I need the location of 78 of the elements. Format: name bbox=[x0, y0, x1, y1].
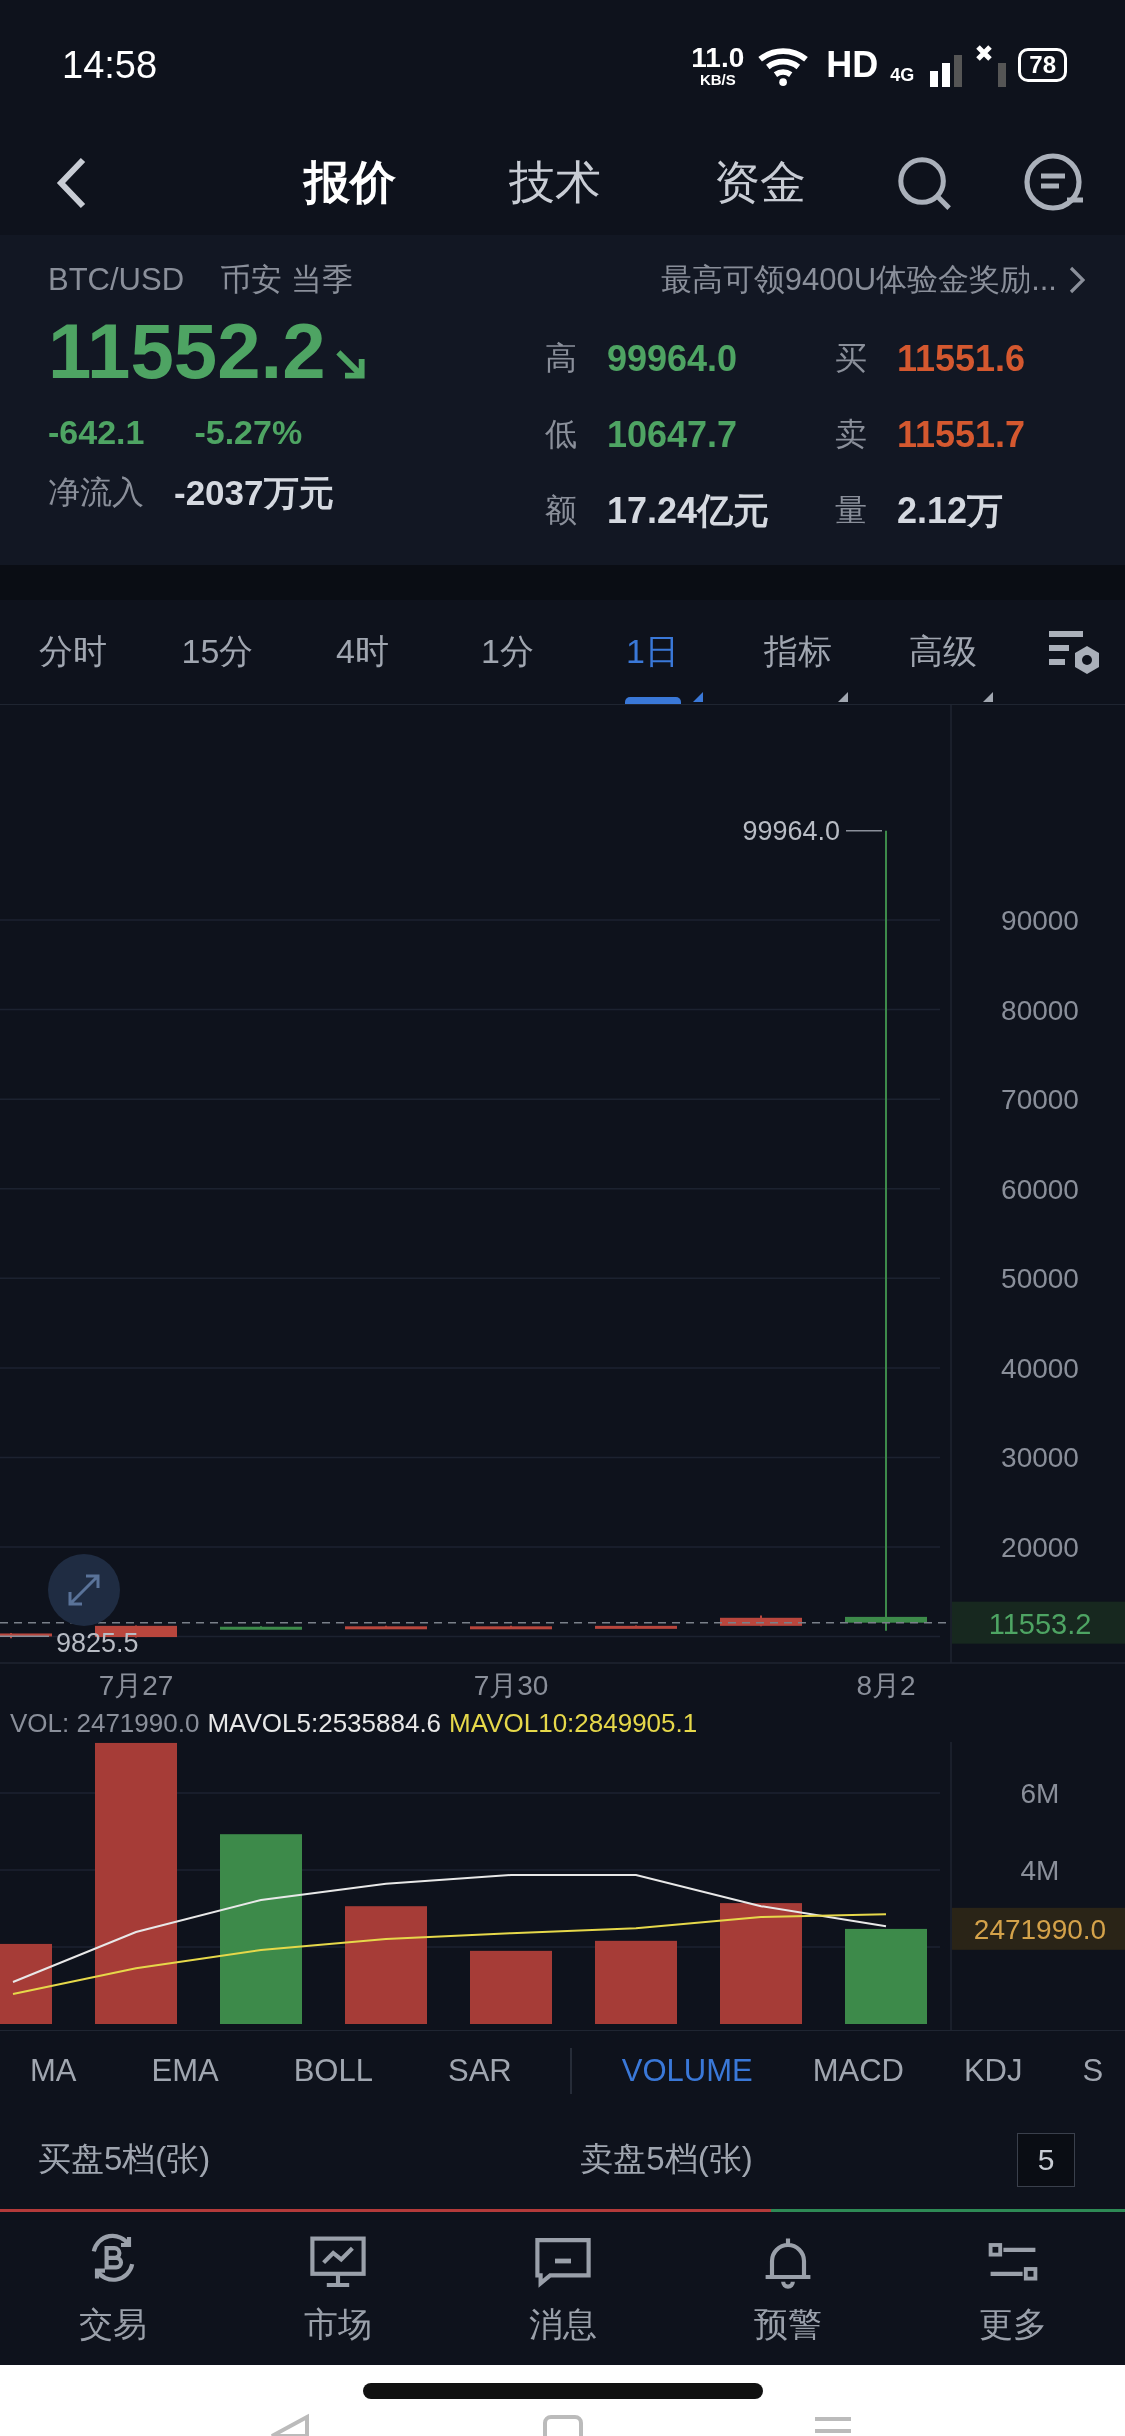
percent-change: -5.27% bbox=[194, 412, 303, 452]
speed-unit: KB/S bbox=[699, 71, 736, 87]
stat-label: 量 bbox=[835, 491, 868, 530]
low-price-label: 9825.5 bbox=[56, 1628, 139, 1659]
bid-depth-label: 买盘5档(张) bbox=[38, 2139, 211, 2179]
expand-button[interactable] bbox=[48, 1554, 120, 1626]
axis-label: 6M bbox=[1020, 1778, 1060, 1809]
period-tab[interactable]: 1分 bbox=[481, 629, 534, 675]
depth-selector[interactable]: 5 bbox=[1017, 2132, 1075, 2187]
indicator-tab[interactable]: BOLL bbox=[293, 2052, 373, 2089]
nav-label[interactable]: 交易 bbox=[78, 2301, 147, 2348]
nav-label[interactable]: 消息 bbox=[528, 2301, 597, 2348]
nav-tab[interactable]: 资金 bbox=[714, 151, 806, 214]
stat-value: 10647.7 bbox=[607, 414, 739, 456]
axis-label: 40000 bbox=[1001, 1352, 1079, 1384]
volume-value-tag: 2471990.0 bbox=[952, 1907, 1125, 1950]
indicator-tab[interactable]: MACD bbox=[812, 2052, 904, 2089]
nav-label[interactable]: 市场 bbox=[303, 2301, 372, 2348]
axis-label: 20000 bbox=[1001, 1532, 1079, 1564]
period-tab[interactable]: 分时 bbox=[38, 629, 107, 675]
stat-value: 17.24亿元 bbox=[607, 488, 771, 533]
axis-label: 4M bbox=[1020, 1855, 1060, 1886]
exchange-label: 币安 当季 bbox=[220, 261, 353, 299]
ask-depth-label: 卖盘5档(张) bbox=[580, 2139, 753, 2179]
stat-label: 额 bbox=[545, 491, 578, 530]
stat-label: 净流入 bbox=[48, 473, 144, 512]
nav-label[interactable]: 预警 bbox=[753, 2301, 822, 2348]
axis-label: 60000 bbox=[1001, 1173, 1079, 1205]
nav-tab[interactable]: 技术 bbox=[509, 151, 601, 214]
axis-label: 30000 bbox=[1001, 1442, 1079, 1474]
indicator-tab[interactable]: SAR bbox=[447, 2052, 512, 2089]
stat-value: -2037万元 bbox=[174, 471, 334, 514]
axis-label: 7月27 bbox=[98, 1670, 174, 1701]
period-tab[interactable]: 15分 bbox=[181, 629, 254, 675]
stat-label: 低 bbox=[545, 415, 578, 454]
period-tab[interactable]: 1日 bbox=[626, 629, 679, 675]
legend-item: VOL: 2471990.0 bbox=[10, 1708, 200, 1739]
indicator-tab[interactable]: MA bbox=[30, 2052, 77, 2089]
stat-value: 11551.6 bbox=[897, 338, 1027, 380]
battery-level: 78 bbox=[1018, 48, 1067, 82]
price-change: -642.1 bbox=[48, 412, 145, 452]
stat-value: 11551.7 bbox=[897, 414, 1027, 456]
last-price-tag: 11553.2 bbox=[952, 1601, 1125, 1644]
indicator-tab[interactable]: S bbox=[1082, 2052, 1104, 2089]
legend-item: MAVOL10:2849905.1 bbox=[449, 1708, 698, 1739]
indicator-tab[interactable]: KDJ bbox=[963, 2052, 1023, 2089]
leader-line bbox=[845, 830, 883, 832]
axis-label: 70000 bbox=[1001, 1084, 1079, 1116]
stat-label: 高 bbox=[545, 339, 578, 378]
hd-indicator: HD bbox=[826, 44, 879, 86]
menu-icon[interactable] bbox=[1023, 151, 1085, 214]
status-time: 14:58 bbox=[62, 43, 158, 87]
high-price-label: 99964.0 bbox=[742, 815, 840, 846]
stat-value: 2.12万 bbox=[897, 488, 1005, 533]
stat-label: 买 bbox=[835, 339, 868, 378]
network-speed: 11.0 bbox=[691, 43, 745, 72]
axis-label: 7月30 bbox=[473, 1670, 549, 1701]
nav-label[interactable]: 更多 bbox=[978, 2301, 1047, 2348]
period-tab[interactable]: 指标 bbox=[763, 629, 832, 675]
chevron-right-icon[interactable] bbox=[1069, 266, 1085, 294]
stat-value: 99964.0 bbox=[607, 338, 739, 380]
last-price: 11552.2 bbox=[48, 305, 326, 397]
network-type: 4G bbox=[890, 65, 915, 86]
indicator-tab[interactable]: VOLUME bbox=[621, 2052, 753, 2089]
axis-label: 8月2 bbox=[856, 1670, 916, 1701]
leader-line bbox=[0, 1635, 50, 1637]
selected-underline bbox=[624, 697, 681, 704]
axis-label: 80000 bbox=[1001, 994, 1079, 1026]
indicator-tab[interactable]: EMA bbox=[151, 2052, 219, 2089]
period-tab[interactable]: 4时 bbox=[336, 629, 389, 675]
stat-label: 卖 bbox=[835, 415, 868, 454]
nav-tab[interactable]: 报价 bbox=[304, 151, 396, 214]
symbol: BTC/USD bbox=[48, 262, 185, 298]
axis-label: 50000 bbox=[1001, 1263, 1079, 1295]
legend-item: MAVOL5:2535884.6 bbox=[207, 1708, 442, 1739]
period-tab[interactable]: 高级 bbox=[908, 629, 977, 675]
axis-label: 90000 bbox=[1001, 905, 1079, 937]
promo-link[interactable]: 最高可领9400U体验金奖励... bbox=[660, 259, 1057, 301]
